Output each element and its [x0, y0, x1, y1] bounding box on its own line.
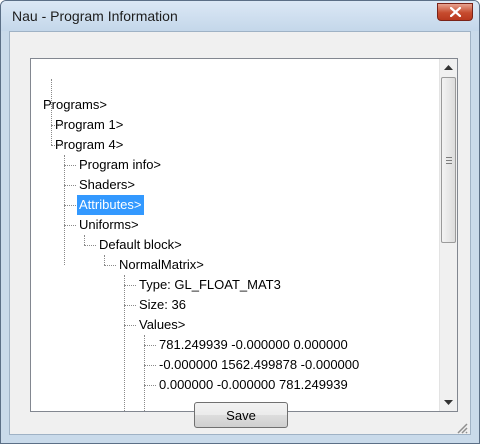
tree-connector	[124, 305, 136, 306]
tree-item-attributes[interactable]: Attributes>	[77, 195, 144, 215]
tree-connector	[104, 255, 105, 265]
tree-item-program-4[interactable]: Program 4>	[53, 135, 125, 155]
close-button[interactable]	[437, 3, 473, 21]
tree-item-program-1[interactable]: Program 1>	[53, 115, 125, 135]
scroll-down-button[interactable]	[440, 394, 457, 411]
window-title: Nau - Program Information	[12, 8, 178, 24]
tree-connector	[64, 165, 76, 166]
tree-item-shaders[interactable]: Shaders>	[77, 175, 137, 195]
scroll-thumb[interactable]	[441, 77, 456, 243]
chevron-up-icon	[444, 65, 453, 70]
tree-item-uniforms[interactable]: Uniforms>	[77, 215, 141, 235]
scroll-up-button[interactable]	[440, 59, 457, 76]
tree-item-size[interactable]: Size: 36	[137, 295, 188, 315]
tree-item-normal-matrix[interactable]: NormalMatrix>	[117, 255, 206, 275]
tree-item-programs[interactable]: Programs>	[41, 95, 109, 115]
thumb-grip	[446, 157, 452, 158]
save-button[interactable]: Save	[194, 402, 288, 428]
close-icon	[450, 7, 461, 17]
tree-connector	[84, 235, 85, 245]
tree-item-program-info[interactable]: Program info>	[77, 155, 163, 175]
tree-connector	[64, 205, 76, 206]
tree-item-default-block[interactable]: Default block>	[97, 235, 184, 255]
thumb-grip	[446, 160, 452, 161]
tree-item-value-row-2[interactable]: -0.000000 1562.499878 -0.000000	[157, 355, 361, 375]
tree-item-value-row-1[interactable]: 781.249939 -0.000000 0.000000	[157, 335, 350, 355]
tree-item-value-row-3[interactable]: 0.000000 -0.000000 781.249939	[157, 375, 350, 395]
tree-connector	[144, 345, 156, 346]
tree-connector	[144, 385, 156, 386]
tree-item-type[interactable]: Type: GL_FLOAT_MAT3	[137, 275, 283, 295]
tree-content: Programs> Program 1> Program 4> Program …	[31, 59, 439, 411]
tree-connector	[64, 155, 65, 265]
title-bar[interactable]: Nau - Program Information	[1, 1, 479, 31]
tree-connector	[64, 185, 76, 186]
thumb-grip	[446, 163, 452, 164]
tree-connector	[144, 335, 145, 411]
tree-connector	[84, 245, 96, 246]
tree-vertical-scrollbar[interactable]	[439, 59, 457, 411]
program-tree[interactable]: Programs> Program 1> Program 4> Program …	[30, 58, 458, 412]
program-information-window: Nau - Program Information Programs> Prog…	[0, 0, 480, 444]
tree-connector	[124, 285, 136, 286]
tree-connector	[104, 265, 116, 266]
tree-connector	[64, 225, 76, 226]
chevron-down-icon	[444, 400, 453, 405]
tree-connector	[144, 365, 156, 366]
tree-connector	[124, 325, 136, 326]
tree-connector	[124, 275, 125, 411]
resize-grip-icon[interactable]	[454, 420, 468, 434]
tree-item-values[interactable]: Values>	[137, 315, 187, 335]
client-area: Programs> Program 1> Program 4> Program …	[9, 31, 471, 435]
